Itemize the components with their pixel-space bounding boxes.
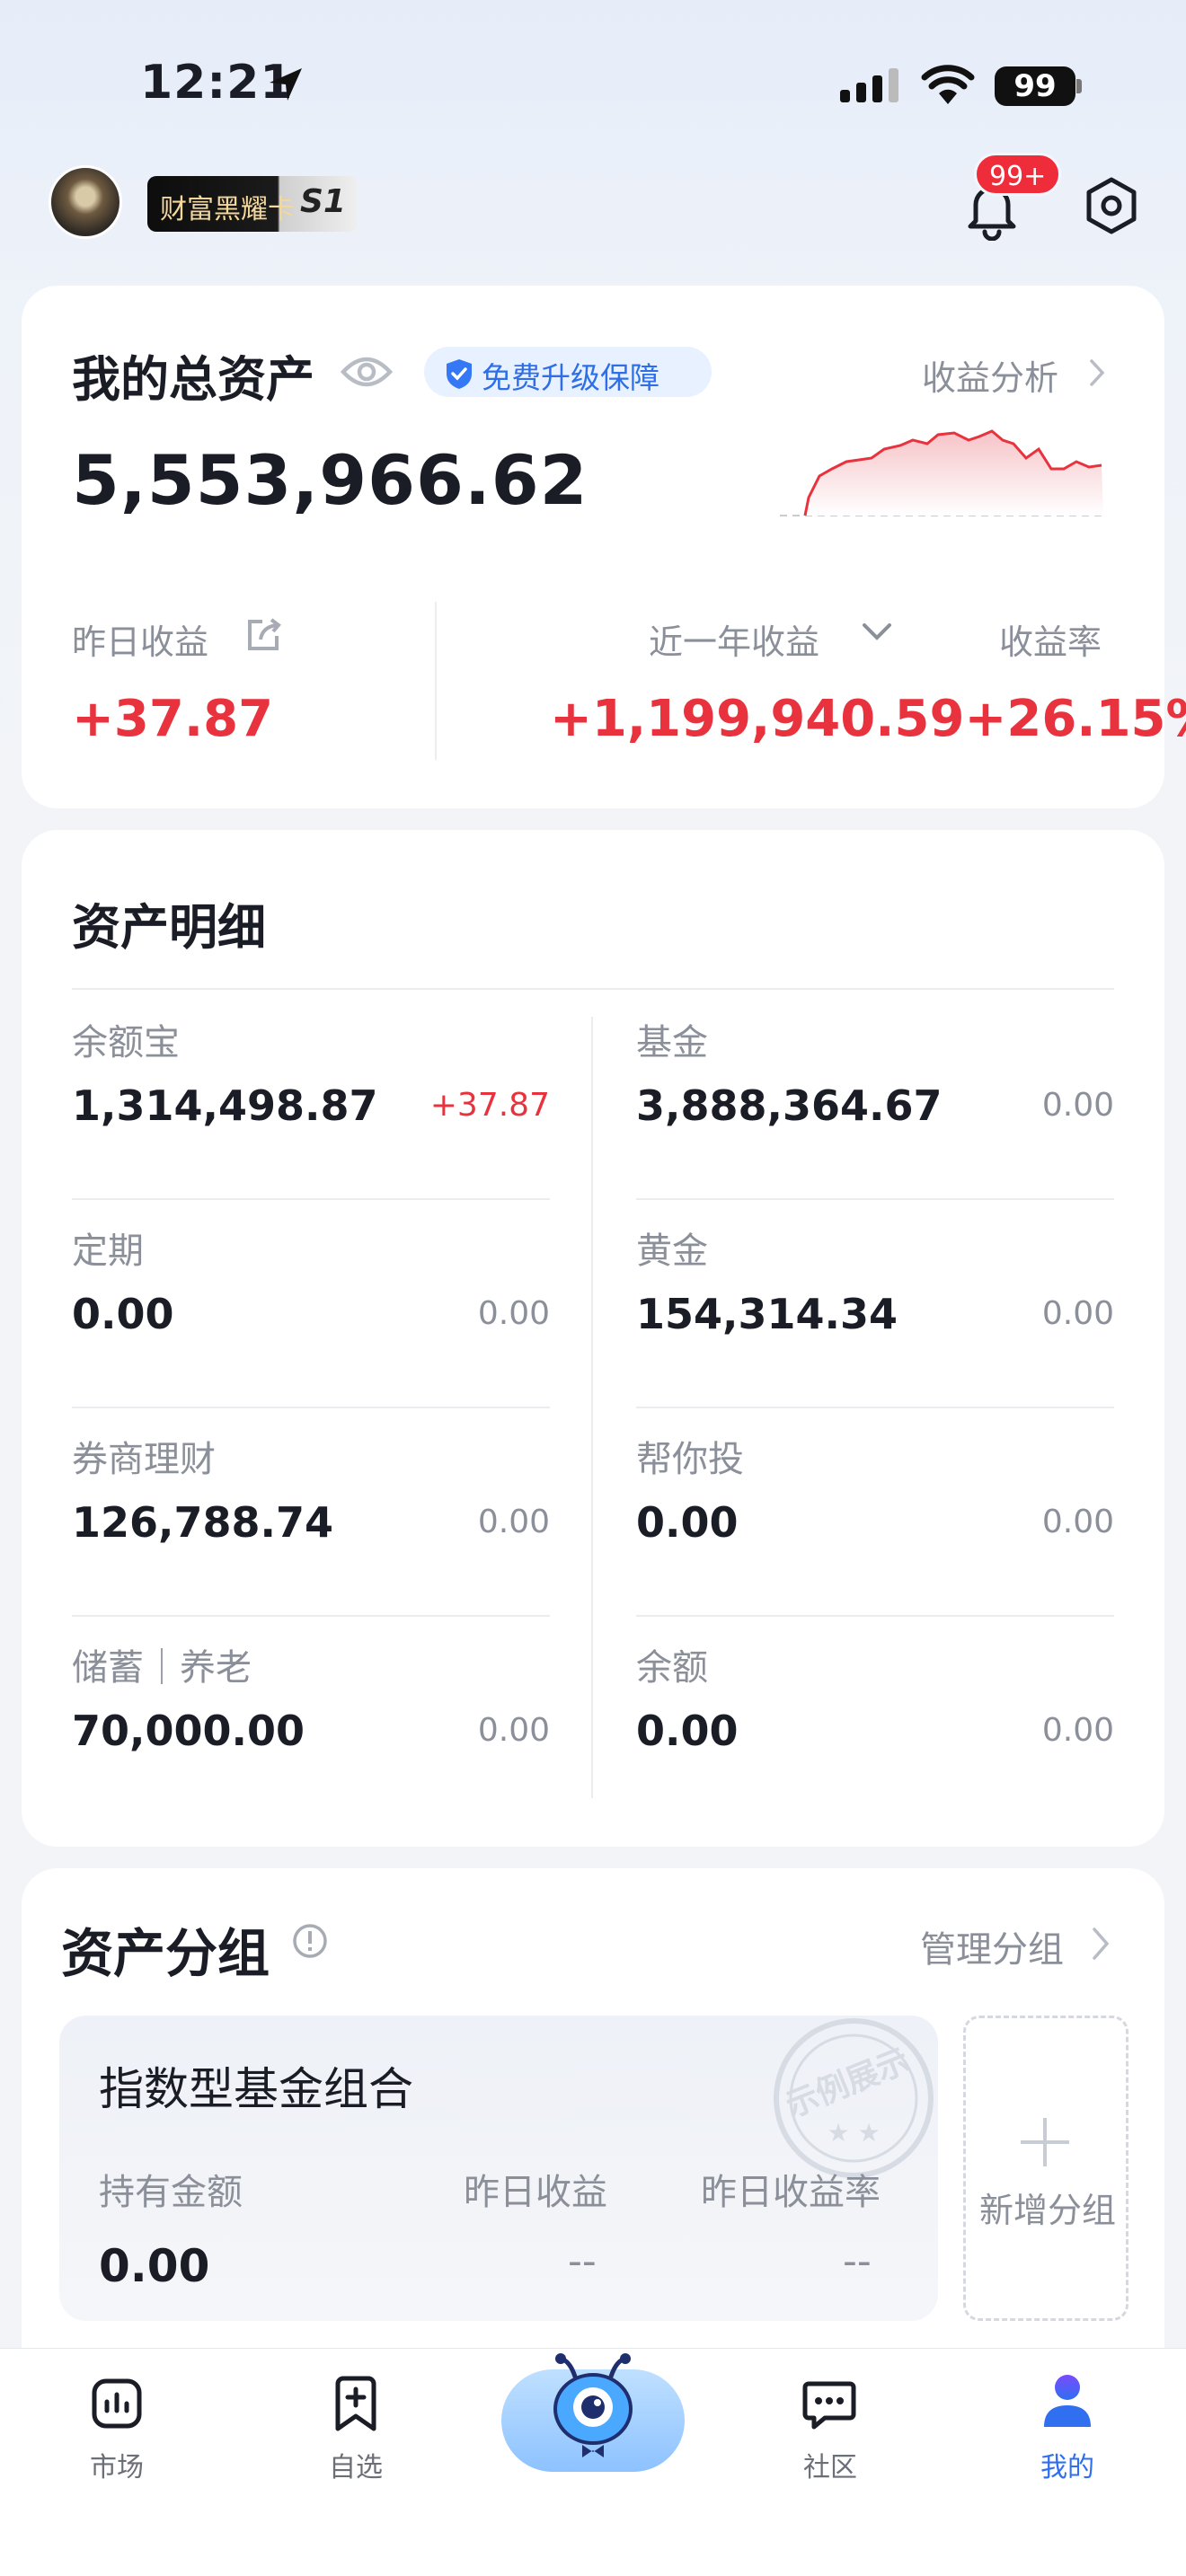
sample-stamp-text: 示例展示 [781, 2042, 915, 2125]
asset-item-fund[interactable]: 基金 3,888,364.67 0.00 [636, 992, 1114, 1200]
manage-groups-link[interactable]: 管理分组 [920, 1920, 1064, 1972]
asset-amount: 1,314,498.87 [72, 1081, 378, 1130]
asset-item-fixed-term[interactable]: 定期 0.00 0.00 [72, 1200, 550, 1408]
asset-change: 0.00 [477, 1504, 550, 1540]
asset-amount: 3,888,364.67 [636, 1081, 943, 1130]
tab-watchlist[interactable]: 自选 [302, 2445, 410, 2484]
asset-change: 0.00 [477, 1295, 550, 1332]
asset-item-broker-wealth[interactable]: 券商理财 126,788.74 0.00 [72, 1408, 550, 1617]
wifi-icon [921, 65, 975, 104]
asset-name: 余额宝 [72, 1022, 180, 1063]
settings-icon[interactable] [1082, 176, 1141, 235]
holding-amount-label: 持有金额 [99, 2172, 243, 2213]
location-arrow-icon [270, 68, 302, 101]
yesterday-return-rate-value: -- [843, 2238, 872, 2284]
holding-amount-value: 0.00 [99, 2240, 210, 2292]
yesterday-earnings-value: -- [568, 2238, 597, 2284]
membership-badge-text: 财富黑耀卡 [160, 194, 295, 225]
divider [435, 602, 437, 760]
asset-change: 0.00 [1041, 1295, 1114, 1332]
asset-name: 余额 [636, 1647, 708, 1689]
asset-name: 储蓄｜养老 [72, 1647, 252, 1689]
membership-badge[interactable]: 财富黑耀卡 S1 [147, 176, 358, 232]
avatar[interactable] [49, 165, 122, 239]
yesterday-return-rate-label: 昨日收益率 [701, 2172, 881, 2213]
tab-community[interactable]: 社区 [776, 2445, 884, 2484]
eye-icon[interactable] [340, 348, 394, 395]
chevron-right-icon [1093, 1928, 1110, 1960]
bookmark-plus-icon[interactable] [331, 2375, 381, 2434]
asset-amount: 126,788.74 [72, 1498, 334, 1547]
total-assets-title: 我的总资产 [72, 351, 314, 408]
info-icon[interactable] [291, 1922, 329, 1960]
one-year-earnings-row: +1,199,940.59+26.15% [550, 690, 1186, 748]
yesterday-earnings-label: 昨日收益 [464, 2172, 607, 2213]
earnings-sparkline[interactable] [778, 422, 1105, 521]
upgrade-protection-label: 免费升级保障 [482, 360, 659, 395]
asset-change: +37.87 [429, 1087, 550, 1124]
asset-name: 黄金 [636, 1231, 708, 1272]
plus-icon [1021, 2118, 1069, 2166]
asset-details-title: 资产明细 [72, 899, 266, 956]
chart-icon[interactable] [90, 2377, 144, 2430]
person-icon[interactable] [1040, 2371, 1094, 2432]
total-assets-value: 5,553,966.62 [72, 440, 589, 520]
asset-item-balance[interactable]: 余额 0.00 0.00 [636, 1617, 1114, 1796]
battery-tip [1076, 79, 1082, 93]
yesterday-earnings-label: 昨日收益 [72, 622, 209, 662]
asset-groups-title: 资产分组 [61, 1923, 270, 1984]
share-icon[interactable] [244, 616, 284, 652]
asset-name: 定期 [72, 1231, 144, 1272]
one-year-earnings-selector[interactable]: 近一年收益 [649, 614, 819, 664]
asset-amount: 0.00 [72, 1290, 174, 1338]
asset-name: 基金 [636, 1022, 708, 1063]
svg-text:★ ★: ★ ★ [827, 2118, 880, 2148]
tab-mine[interactable]: 我的 [1013, 2445, 1121, 2484]
cellular-signal-icon [840, 68, 898, 102]
return-rate-value: +26.15% [964, 690, 1186, 748]
group-name: 指数型基金组合 [99, 2063, 413, 2115]
divider [72, 988, 1114, 990]
notification-count-badge: 99+ [974, 153, 1062, 196]
asset-change: 0.00 [477, 1712, 550, 1749]
shield-check-icon [447, 359, 472, 389]
status-bar: 12:21 99 [0, 0, 1186, 171]
asset-name: 券商理财 [72, 1439, 216, 1480]
membership-level: S1 [300, 183, 346, 220]
add-group-label: 新增分组 [978, 2191, 1116, 2230]
asset-item-yuebao[interactable]: 余额宝 1,314,498.87 +37.87 [72, 992, 550, 1200]
chevron-right-icon [1090, 359, 1105, 386]
yesterday-earnings-value: +37.87 [72, 690, 274, 748]
asset-item-savings-pension[interactable]: 储蓄｜养老 70,000.00 0.00 [72, 1617, 550, 1796]
sample-stamp: 示例展示 ★ ★ [774, 2018, 934, 2178]
earnings-analysis-link[interactable]: 收益分析 [922, 350, 1058, 400]
asset-change: 0.00 [1041, 1087, 1114, 1124]
chat-icon[interactable] [801, 2377, 857, 2430]
battery-level: 99 [995, 66, 1075, 106]
asset-item-invest-for-you[interactable]: 帮你投 0.00 0.00 [636, 1408, 1114, 1617]
chevron-down-icon[interactable] [861, 620, 893, 643]
asset-amount: 0.00 [636, 1498, 739, 1547]
asset-item-gold[interactable]: 黄金 154,314.34 0.00 [636, 1200, 1114, 1408]
mascot-icon[interactable] [543, 2351, 643, 2466]
asset-change: 0.00 [1041, 1712, 1114, 1749]
asset-name: 帮你投 [636, 1439, 744, 1480]
asset-amount: 154,314.34 [636, 1290, 898, 1338]
asset-change: 0.00 [1041, 1504, 1114, 1540]
asset-amount: 0.00 [636, 1707, 739, 1755]
one-year-earnings-value: +1,199,940.59 [550, 690, 965, 748]
return-rate-label: 收益率 [999, 622, 1102, 662]
tab-market[interactable]: 市场 [63, 2445, 171, 2484]
asset-amount: 70,000.00 [72, 1707, 305, 1755]
column-divider [591, 1017, 593, 1798]
